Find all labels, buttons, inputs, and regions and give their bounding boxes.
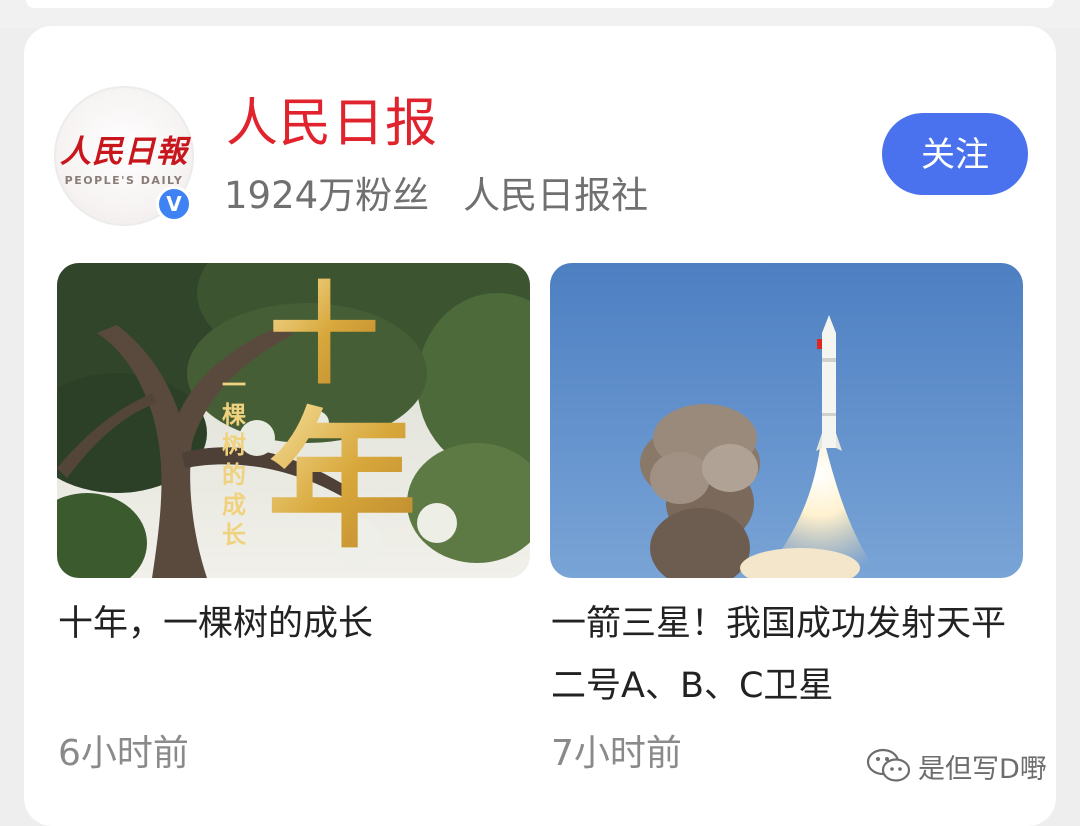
svg-text:成: 成: [222, 491, 246, 519]
follower-count: 1924万粉丝: [224, 174, 430, 217]
wechat-icon: [866, 748, 911, 782]
article-thumbnail-tree[interactable]: 十 年 一 棵 树 的 成 长: [57, 263, 530, 578]
article-time: 6小时前: [58, 733, 189, 774]
thumb-big-char-2: 年: [267, 393, 417, 569]
svg-text:长: 长: [222, 521, 247, 549]
article-title[interactable]: 一箭三星！我国成功发射天平二号A、B、C卫星: [551, 593, 1021, 717]
svg-text:的: 的: [222, 461, 246, 489]
avatar-logo-text: 人民日報: [60, 134, 188, 170]
article-time: 7小时前: [551, 733, 682, 774]
follow-button[interactable]: 关注: [882, 113, 1028, 195]
svg-text:一: 一: [222, 371, 246, 399]
account-meta: 1924万粉丝 人民日报社: [224, 172, 648, 220]
watermark-text: 是但写D嘢: [918, 753, 1047, 785]
svg-text:树: 树: [222, 431, 246, 459]
previous-card-edge: [0, 0, 1080, 28]
article-thumbnail-rocket[interactable]: [550, 263, 1023, 578]
verified-badge-icon: V: [156, 186, 192, 222]
svg-text:棵: 棵: [222, 401, 246, 429]
thumb-big-char-1: 十: [269, 270, 379, 399]
account-name[interactable]: 人民日报: [226, 94, 438, 154]
article-title[interactable]: 十年，一棵树的成长: [58, 593, 528, 655]
account-organization: 人民日报社: [463, 174, 649, 217]
watermark: 是但写D嘢: [866, 744, 1047, 788]
